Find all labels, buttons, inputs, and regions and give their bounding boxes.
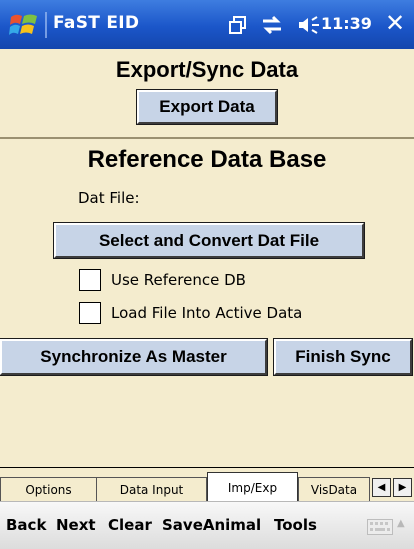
keyboard-caret-icon[interactable]: ▲ — [397, 518, 405, 529]
menu-tools[interactable]: Tools — [274, 516, 317, 534]
clock[interactable]: 11:39 — [321, 14, 372, 33]
connectivity-icon[interactable] — [261, 15, 283, 35]
tab-data-input[interactable]: Data Input — [96, 477, 207, 502]
load-file-label[interactable]: Load File Into Active Data — [111, 304, 302, 322]
menu-clear[interactable]: Clear — [108, 516, 152, 534]
tab-options[interactable]: Options — [0, 477, 97, 502]
menu-saveanimal[interactable]: SaveAnimal — [162, 516, 261, 534]
title-separator — [45, 12, 47, 38]
menu-next[interactable]: Next — [56, 516, 96, 534]
finish-sync-button[interactable]: Finish Sync — [273, 338, 413, 376]
tab-scroll-left-icon[interactable]: ◀ — [372, 478, 391, 497]
keyboard-icon[interactable] — [367, 519, 393, 535]
select-convert-dat-button[interactable]: Select and Convert Dat File — [53, 222, 365, 259]
section-divider — [0, 137, 414, 139]
tab-strip: Options Data Input Imp/Exp VisData ◀ ▶ — [0, 467, 414, 502]
export-heading: Export/Sync Data — [115, 57, 299, 82]
tab-imp-exp[interactable]: Imp/Exp — [207, 472, 298, 502]
use-reference-db-label[interactable]: Use Reference DB — [111, 271, 246, 289]
tab-visdata[interactable]: VisData — [298, 477, 370, 502]
tab-scroll-right-icon[interactable]: ▶ — [393, 478, 412, 497]
dat-file-label: Dat File: — [78, 189, 140, 207]
synchronize-master-button[interactable]: Synchronize As Master — [0, 338, 268, 376]
status-icons — [229, 10, 321, 40]
use-reference-db-checkbox[interactable] — [79, 269, 101, 291]
volume-icon[interactable] — [297, 15, 321, 35]
window-switch-icon[interactable] — [229, 16, 247, 34]
export-data-button[interactable]: Export Data — [136, 89, 278, 125]
menu-back[interactable]: Back — [6, 516, 46, 534]
title-bar: FaST EID 11:39 ✕ — [0, 0, 414, 49]
windows-flag-icon[interactable] — [8, 8, 40, 40]
menu-bar: Back Next Clear SaveAnimal Tools ▲ — [0, 501, 414, 549]
close-icon[interactable]: ✕ — [385, 8, 405, 38]
app-title: FaST EID — [53, 13, 140, 33]
main-panel: Export/Sync Data Export Data Reference D… — [0, 49, 414, 467]
reference-heading: Reference Data Base — [87, 146, 327, 173]
load-file-checkbox[interactable] — [79, 302, 101, 324]
